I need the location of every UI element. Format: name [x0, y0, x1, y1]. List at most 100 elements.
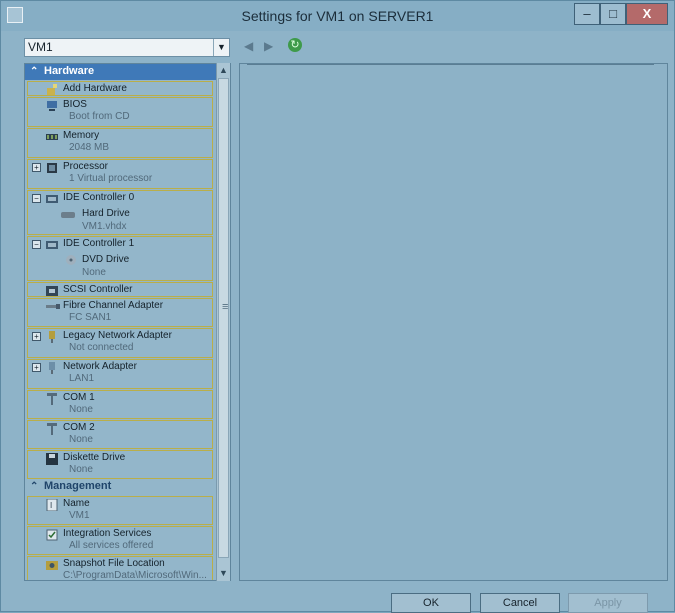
tree-item-label: Processor	[63, 161, 109, 172]
tree-item-fibre-channel-adapter[interactable]: Fibre Channel Adapter FC SAN1	[27, 298, 213, 327]
cancel-button[interactable]: Cancel	[480, 593, 560, 613]
tree-item-value: None	[69, 434, 93, 445]
tree-item-com-2[interactable]: COM 2 None	[27, 420, 213, 449]
memory-icon	[46, 131, 58, 141]
diskette-drive-icon	[46, 453, 58, 465]
tree-item-label: COM 1	[63, 392, 95, 403]
tree-item-value: 2048 MB	[69, 142, 110, 153]
tree-item-label: IDE Controller 0	[63, 192, 135, 203]
tree-item-label: SCSI Controller	[63, 284, 133, 295]
tree-item-hard-drive-label[interactable]: Hard Drive	[82, 208, 130, 219]
ide-controller-icon	[46, 239, 58, 249]
tree-item-dvd-drive-label[interactable]: DVD Drive	[82, 254, 129, 265]
dvd-drive-icon	[65, 254, 77, 265]
collapse-icon[interactable]: −	[32, 194, 41, 203]
tree-item-bios[interactable]: BIOS Boot from CD	[27, 97, 213, 127]
network-adapter-icon	[46, 362, 58, 374]
expand-icon[interactable]: +	[32, 332, 41, 341]
close-button[interactable]: X	[626, 3, 668, 25]
tree-item-value: VM1.vhdx	[82, 221, 127, 232]
tree-item-value: VM1	[69, 510, 90, 521]
scroll-up-icon[interactable]: ▲	[217, 63, 230, 77]
tree-item-label: Network Adapter	[63, 361, 137, 372]
tree-item-value: None	[82, 267, 106, 278]
tree-item-label: Add Hardware	[63, 83, 127, 94]
minimize-button[interactable]: –	[574, 3, 600, 25]
tree-item-label: Memory	[63, 130, 100, 141]
fibre-channel-icon	[46, 301, 60, 311]
svg-text:I: I	[50, 501, 52, 510]
settings-tree: ⌃ Hardware Add Hardware BIOS Boot from C…	[24, 63, 231, 581]
tree-item-legacy-network-adapter[interactable]: + Legacy Network Adapter Not connected	[27, 328, 213, 358]
tree-item-value: None	[69, 464, 93, 475]
collapse-icon[interactable]: −	[32, 240, 41, 249]
chevron-down-icon[interactable]: ▼	[213, 39, 229, 56]
refresh-icon[interactable]: ↻	[288, 38, 302, 52]
scrollbar-thumb[interactable]: ≡	[218, 78, 229, 558]
integration-services-icon	[46, 529, 58, 541]
tree-item-com-1[interactable]: COM 1 None	[27, 390, 213, 419]
tree-item-value: LAN1	[69, 373, 95, 384]
hardware-header-label: Hardware	[44, 65, 95, 77]
tree-item-network-adapter[interactable]: + Network Adapter LAN1	[27, 359, 213, 389]
tree-item-processor[interactable]: + Processor 1 Virtual processor	[27, 159, 213, 189]
hardware-section-header[interactable]: ⌃ Hardware	[25, 64, 230, 80]
tree-item-value: C:\ProgramData\Microsoft\Win...	[63, 570, 207, 581]
scroll-down-icon[interactable]: ▼	[217, 566, 230, 580]
management-section-header[interactable]: ⌃ Management	[25, 479, 230, 495]
com-port-icon	[46, 423, 58, 435]
tree-item-label: COM 2	[63, 422, 95, 433]
expand-icon[interactable]: +	[32, 363, 41, 372]
apply-button[interactable]: Apply	[568, 593, 648, 613]
tree-item-add-hardware[interactable]: Add Hardware	[27, 81, 213, 96]
tree-item-name[interactable]: I Name VM1	[27, 496, 213, 525]
grip-icon: ≡	[222, 301, 229, 313]
tree-item-value: FC SAN1	[69, 312, 112, 323]
vm-select[interactable]: VM1 ▼	[24, 38, 230, 57]
tree-item-diskette-drive[interactable]: Diskette Drive None	[27, 450, 213, 479]
tree-item-ide-controller-1[interactable]: − IDE Controller 1 DVD Drive None	[27, 236, 213, 281]
expand-icon[interactable]: +	[32, 163, 41, 172]
name-icon: I	[46, 498, 58, 512]
tree-item-snapshot-file-location[interactable]: Snapshot File Location C:\ProgramData\Mi…	[27, 556, 213, 581]
maximize-button[interactable]: □	[600, 3, 626, 25]
tree-item-label: Integration Services	[63, 528, 152, 539]
tree-scrollbar[interactable]: ▲ ≡ ▼	[216, 63, 230, 581]
snapshot-location-icon	[46, 559, 58, 570]
ide-controller-icon	[46, 193, 58, 203]
tree-item-ide-controller-0[interactable]: − IDE Controller 0 Hard Drive VM1.vhdx	[27, 190, 213, 235]
tree-item-value: All services offered	[69, 540, 154, 551]
tree-item-label: Snapshot File Location	[63, 558, 165, 569]
tree-item-integration-services[interactable]: Integration Services All services offere…	[27, 526, 213, 555]
forward-arrow-icon[interactable]: ▶	[264, 39, 273, 53]
tree-item-label: Diskette Drive	[63, 452, 126, 463]
panel-divider	[247, 64, 654, 65]
tree-item-label: Fibre Channel Adapter	[63, 300, 164, 311]
ok-button[interactable]: OK	[391, 593, 471, 613]
back-arrow-icon[interactable]: ◀	[244, 39, 253, 53]
tree-item-label: Legacy Network Adapter	[63, 330, 172, 341]
bios-icon	[46, 100, 58, 111]
processor-icon	[46, 162, 58, 173]
tree-item-label: IDE Controller 1	[63, 238, 135, 249]
tree-item-label: Name	[63, 498, 90, 509]
tree-item-value: None	[69, 404, 93, 415]
tree-item-value: 1 Virtual processor	[69, 173, 153, 184]
scsi-controller-icon	[46, 285, 58, 296]
hard-drive-icon	[61, 210, 75, 220]
collapse-icon: ⌃	[30, 66, 39, 77]
collapse-icon: ⌃	[30, 481, 39, 492]
com-port-icon	[46, 393, 58, 405]
management-header-label: Management	[44, 480, 112, 492]
tree-item-memory[interactable]: Memory 2048 MB	[27, 128, 213, 158]
settings-details-panel	[239, 63, 668, 581]
network-adapter-icon	[46, 331, 58, 343]
dialog-footer: OK Cancel Apply	[1, 583, 674, 613]
tree-item-value: Boot from CD	[69, 111, 130, 122]
add-hardware-icon	[46, 84, 58, 95]
tree-item-value: Not connected	[69, 342, 134, 353]
vm-select-value: VM1	[28, 40, 53, 54]
tree-item-label: BIOS	[63, 99, 87, 110]
settings-window: Settings for VM1 on SERVER1 – □ X VM1 ▼ …	[0, 0, 675, 613]
tree-item-scsi-controller[interactable]: SCSI Controller	[27, 282, 213, 297]
